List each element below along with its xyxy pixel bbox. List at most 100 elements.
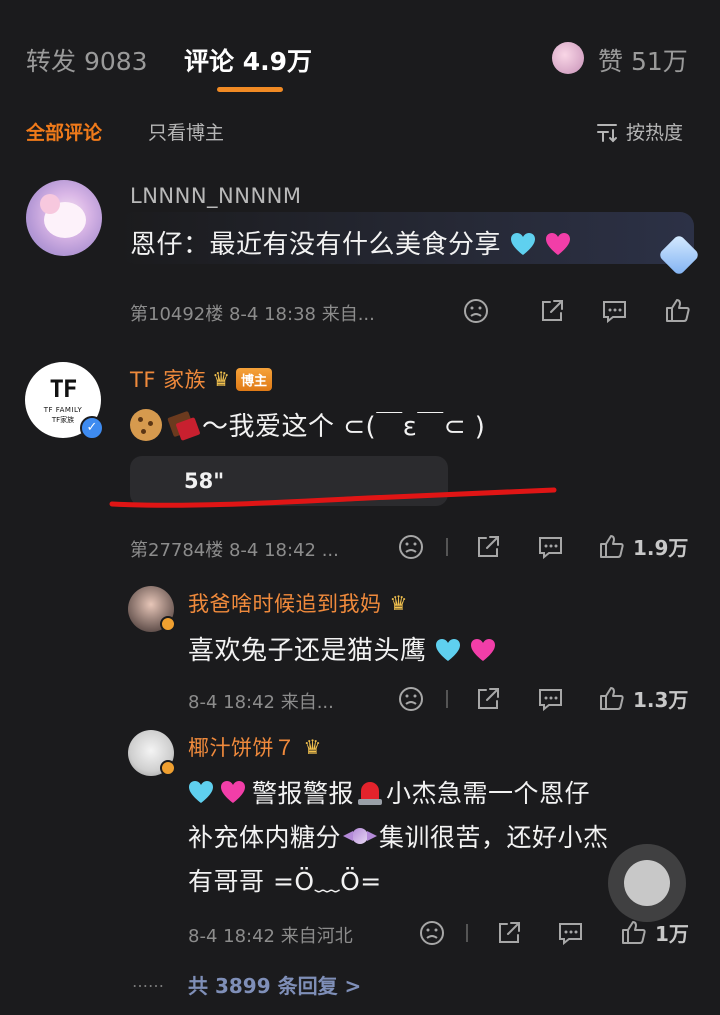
reply-text-part: 小杰急需一个恩仔 <box>386 779 591 808</box>
comment-icon <box>539 537 562 560</box>
cookie-emoji-icon <box>130 408 162 441</box>
filter-all-comments[interactable]: 全部评论 <box>26 118 102 145</box>
pink-heart-icon <box>221 781 245 803</box>
dislike-button[interactable] <box>463 298 489 324</box>
verified-badge-icon <box>160 760 176 776</box>
tab-comments-label: 评论 <box>184 47 235 76</box>
dislike-button[interactable] <box>398 534 424 560</box>
crown-icon: ♛ <box>389 591 408 615</box>
like-count: 1.3万 <box>633 688 689 712</box>
like-button[interactable]: 1.3万 <box>598 684 688 713</box>
avatar-logo-text: TF <box>49 375 78 403</box>
comment-text: 恩仔：最近有没有什么美食分享 <box>130 224 571 261</box>
dislike-button[interactable] <box>419 920 445 946</box>
share-icon <box>542 300 563 321</box>
reply-author-row: 我爸啥时候追到我妈 ♛ <box>188 588 407 618</box>
red-annotation-line <box>109 487 557 508</box>
comment-meta: 第27784楼 8-4 18:42 ... <box>130 540 339 561</box>
reply-text-part: 补充体内糖分 <box>188 823 342 852</box>
tab-repost-label: 转发 <box>26 47 77 76</box>
thumbs-up-icon <box>666 299 690 322</box>
comment-username[interactable]: TF 家族 <box>130 364 206 394</box>
share-button[interactable] <box>475 686 501 712</box>
comment-icon <box>539 689 562 712</box>
active-tab-indicator <box>217 87 283 92</box>
comment-text-body: ～我爱这个 ⊂(￣ε￣⊂ ) <box>202 412 486 442</box>
chocolate-emoji-icon <box>167 410 201 441</box>
sort-button[interactable]: 按热度 <box>596 118 683 145</box>
avatar[interactable] <box>26 180 102 256</box>
sad-face-icon <box>399 687 423 711</box>
view-more-replies-link[interactable]: 共 3899 条回复 > <box>188 970 361 999</box>
reply-meta: 8-4 18:42 来自河北 <box>188 926 353 947</box>
thumbs-up-icon <box>600 687 624 710</box>
sort-label: 按热度 <box>626 122 684 144</box>
reply-button[interactable] <box>537 534 564 560</box>
reply-text: 喜欢兔子还是猫头鹰 <box>188 630 496 667</box>
divider <box>446 538 448 556</box>
tab-repost[interactable]: 转发 9083 <box>26 42 148 78</box>
blue-heart-icon <box>436 639 461 661</box>
reply-button[interactable] <box>537 686 564 712</box>
tab-repost-count: 9083 <box>83 47 148 76</box>
tab-likes-label: 赞 <box>598 47 624 76</box>
divider <box>446 690 448 708</box>
comment-text: ～我爱这个 ⊂(￣ε￣⊂ ) <box>130 406 485 443</box>
reply-username[interactable]: 我爸啥时候追到我妈 <box>188 588 382 618</box>
divider <box>466 924 468 942</box>
tab-likes[interactable]: 赞 51万 <box>598 42 688 78</box>
like-count: 1万 <box>655 922 689 946</box>
comment-username[interactable]: LNNNN_NNNNM <box>130 184 302 208</box>
reply-username[interactable]: 椰汁饼饼７ <box>188 732 296 762</box>
like-button[interactable] <box>664 297 691 324</box>
share-icon <box>478 688 499 709</box>
floating-assistive-button[interactable] <box>608 844 686 922</box>
filter-host-only[interactable]: 只看博主 <box>148 118 224 145</box>
share-icon <box>478 536 499 557</box>
dislike-button[interactable] <box>398 686 424 712</box>
comment-meta: 第10492楼 8-4 18:38 来自... <box>130 304 375 325</box>
reply-text-part: 警报警报 <box>252 779 355 808</box>
pink-heart-icon <box>471 639 496 661</box>
reply-author-row: 椰汁饼饼７ ♛ <box>188 732 321 762</box>
pink-heart-icon <box>545 233 570 255</box>
reply-text-body: 喜欢兔子还是猫头鹰 <box>188 636 427 666</box>
share-button[interactable] <box>496 920 522 946</box>
comment-author-row: TF 家族 ♛ 博主 <box>130 364 273 394</box>
avatar-ear-shape <box>40 194 60 214</box>
share-icon <box>499 922 520 943</box>
siren-emoji-icon <box>358 778 383 806</box>
share-button[interactable] <box>539 298 565 324</box>
like-avatar-icon <box>552 42 584 74</box>
crown-icon: ♛ <box>303 735 322 759</box>
reply-text-part: 集训很苦，还好小杰 <box>379 823 609 852</box>
tab-comments[interactable]: 评论 4.9万 <box>184 42 312 78</box>
like-count: 1.9万 <box>633 536 689 560</box>
reply-text-line-3: 有哥哥 =Ö﹏Ö= <box>188 867 382 896</box>
reply-text-line-2: 补充体内糖分 集训很苦，还好小杰 <box>188 818 609 854</box>
candy-emoji-icon <box>343 825 378 847</box>
sad-face-icon <box>420 921 444 945</box>
verified-badge-icon <box>160 616 176 632</box>
verified-badge-icon: ✓ <box>80 416 104 440</box>
comment-text-body: 恩仔：最近有没有什么美食分享 <box>130 230 502 260</box>
share-button[interactable] <box>475 534 501 560</box>
reply-text-line-1: 警报警报 小杰急需一个恩仔 <box>188 774 590 810</box>
reply-button[interactable] <box>601 298 628 324</box>
thumbs-up-icon <box>600 535 624 558</box>
reply-meta: 8-4 18:42 来自... <box>188 692 334 713</box>
crown-icon: ♛ <box>212 367 231 391</box>
like-button[interactable]: 1万 <box>620 918 689 947</box>
sad-face-icon <box>464 299 488 323</box>
thumbs-up-icon <box>622 921 646 944</box>
tab-likes-count: 51万 <box>630 47 688 76</box>
reply-button[interactable] <box>557 920 584 946</box>
comment-icon <box>603 301 626 324</box>
like-button[interactable]: 1.9万 <box>598 532 688 561</box>
host-badge: 博主 <box>236 367 273 391</box>
blue-heart-icon <box>510 233 535 255</box>
more-replies-dots: …… <box>132 972 164 991</box>
sad-face-icon <box>399 535 423 559</box>
comment-icon <box>559 923 582 946</box>
sort-icon <box>597 123 617 142</box>
